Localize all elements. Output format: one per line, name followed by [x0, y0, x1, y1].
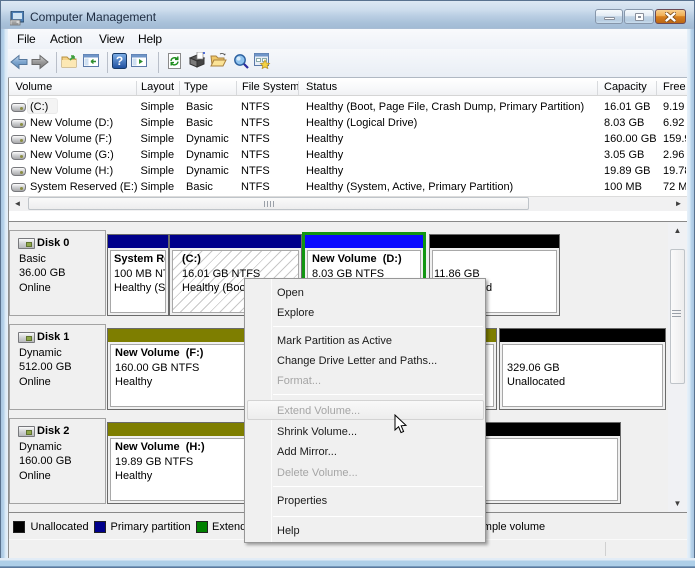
svg-text:?: ? [116, 54, 123, 68]
